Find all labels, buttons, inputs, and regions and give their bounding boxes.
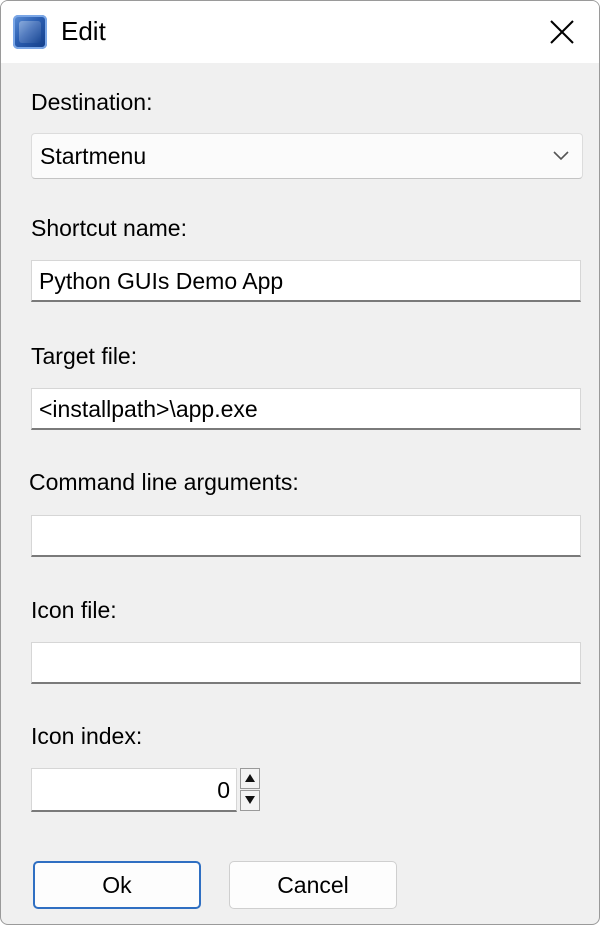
title-bar: Edit (1, 1, 599, 63)
shortcut-name-field[interactable]: Python GUIs Demo App (31, 260, 581, 302)
window-title: Edit (61, 16, 106, 46)
destination-value: Startmenu (40, 143, 147, 169)
command-line-arguments-field[interactable] (31, 515, 581, 557)
arrow-up-icon (245, 774, 255, 782)
chevron-down-icon (553, 151, 569, 161)
spin-down-button[interactable] (240, 790, 260, 811)
icon-index-spinbox[interactable]: 0 (31, 768, 237, 812)
destination-select[interactable]: Startmenu (31, 133, 583, 179)
icon-file-label: Icon file: (31, 597, 117, 623)
icon-index-value: 0 (217, 777, 230, 803)
spin-up-button[interactable] (240, 768, 260, 789)
app-icon (13, 15, 47, 49)
icon-index-spin-buttons (240, 768, 260, 812)
close-icon (550, 20, 574, 44)
command-line-arguments-label: Command line arguments: (29, 469, 299, 495)
edit-dialog: Edit Destination: Startmenu Shortcut nam… (0, 0, 600, 925)
close-button[interactable] (535, 9, 589, 55)
target-file-field[interactable]: <installpath>\app.exe (31, 388, 581, 430)
destination-label: Destination: (31, 89, 153, 115)
icon-index-label: Icon index: (31, 723, 143, 749)
shortcut-name-label: Shortcut name: (31, 215, 187, 241)
ok-button[interactable]: Ok (33, 861, 201, 909)
target-file-label: Target file: (31, 343, 138, 369)
icon-file-field[interactable] (31, 642, 581, 684)
arrow-down-icon (245, 796, 255, 804)
cancel-button[interactable]: Cancel (229, 861, 397, 909)
